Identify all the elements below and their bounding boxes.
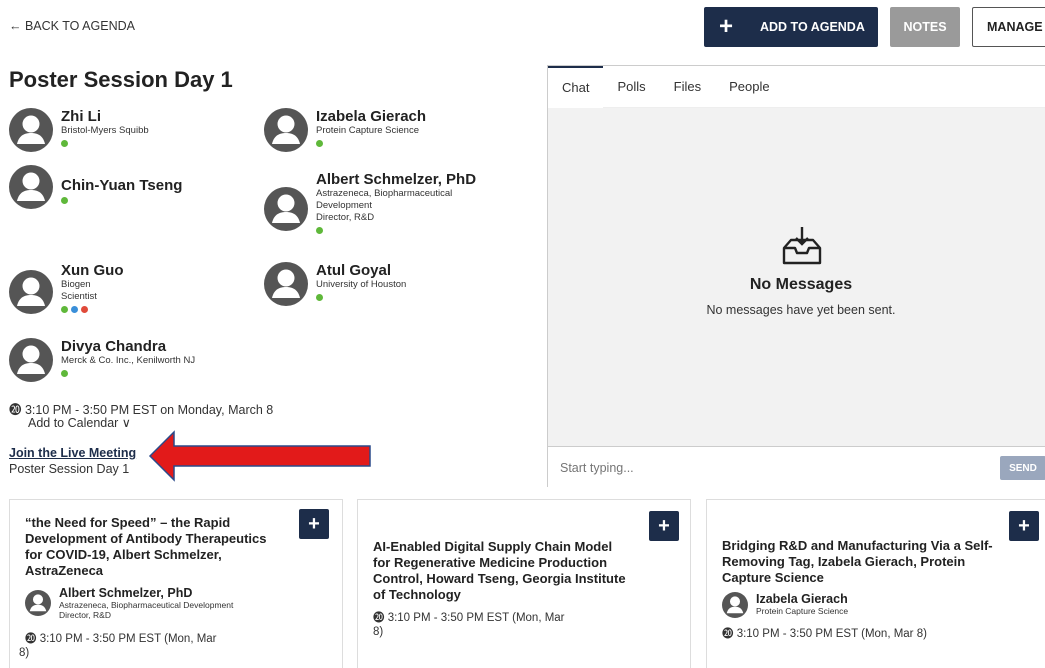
card-speaker-name: Izabela Gierach: [756, 592, 848, 606]
speaker-org: Development: [316, 200, 372, 211]
notes-button[interactable]: NOTES: [890, 7, 960, 47]
status-dot: [71, 306, 78, 313]
status-dot: [61, 306, 68, 313]
card-speaker-org: Astrazeneca, Biopharmaceutical Developme…: [59, 600, 234, 610]
status-dot: [316, 227, 323, 234]
card-title[interactable]: AI-Enabled Digital Supply Chain Model fo…: [373, 539, 673, 603]
card-speaker-name: Albert Schmelzer, PhD: [59, 586, 193, 600]
card-time: ⓴ 3:10 PM - 3:50 PM EST (Mon, Mar 8): [19, 633, 217, 659]
user-avatar-icon: [9, 338, 53, 382]
speaker-org: University of Houston: [316, 279, 407, 290]
tab-files[interactable]: Files: [660, 66, 715, 108]
status-dot: [61, 140, 68, 147]
status-dot: [316, 140, 323, 147]
user-avatar-icon: [264, 187, 308, 231]
speaker-name: Albert Schmelzer, PhD: [316, 171, 477, 188]
tab-people[interactable]: People: [715, 66, 783, 108]
session-card[interactable]: + Bridging R&D and Manufacturing Via a S…: [706, 499, 1045, 668]
card-title[interactable]: “the Need for Speed” – the Rapid Develop…: [25, 515, 295, 579]
speaker-org: Astrazeneca, Biopharmaceutical: [316, 188, 453, 199]
speaker-name: Atul Goyal: [316, 262, 392, 279]
status-dot: [81, 306, 88, 313]
add-to-calendar-dropdown[interactable]: Add to Calendar ∨: [28, 415, 131, 430]
no-messages-title: No Messages: [749, 276, 853, 293]
manage-button[interactable]: MANAGE: [972, 7, 1045, 47]
speaker-title: Scientist: [61, 291, 97, 302]
card-speaker[interactable]: Albert Schmelzer, PhD Astrazeneca, Bioph…: [25, 586, 233, 620]
speaker-org: Bristol-Myers Squibb: [61, 125, 149, 136]
status-dot: [61, 370, 68, 377]
chat-input-bar: SEND: [548, 446, 1045, 487]
card-title[interactable]: Bridging R&D and Manufacturing Via a Sel…: [722, 538, 1022, 586]
speaker-item[interactable]: Zhi Li Bristol-Myers Squibb: [9, 108, 149, 152]
user-avatar-icon: [25, 590, 51, 616]
speaker-name: Chin-Yuan Tseng: [61, 177, 183, 194]
session-card[interactable]: + “the Need for Speed” – the Rapid Devel…: [9, 499, 343, 668]
user-avatar-icon: [9, 108, 53, 152]
speaker-item[interactable]: Atul Goyal University of Houston: [264, 262, 406, 306]
speaker-name: Izabela Gierach: [316, 108, 427, 125]
plus-icon[interactable]: +: [299, 509, 329, 539]
no-messages-subtitle: No messages have yet been sent.: [706, 303, 896, 317]
user-avatar-icon: [264, 262, 308, 306]
speaker-title: Director, R&D: [316, 212, 375, 223]
card-speaker[interactable]: Izabela Gierach Protein Capture Science: [722, 592, 848, 618]
page-title: Poster Session Day 1: [9, 67, 233, 92]
speaker-name: Xun Guo: [61, 262, 124, 279]
send-button[interactable]: SEND: [1000, 456, 1045, 480]
join-live-meeting-link[interactable]: Join the Live Meeting: [9, 446, 136, 460]
card-time: ⓴ 3:10 PM - 3:50 PM EST (Mon, Mar 8): [373, 612, 565, 638]
speaker-name: Zhi Li: [61, 108, 101, 125]
join-meeting-subtitle: Poster Session Day 1: [9, 462, 130, 476]
user-avatar-icon: [9, 165, 53, 209]
speaker-item[interactable]: Albert Schmelzer, PhD Astrazeneca, Bioph…: [264, 171, 476, 234]
user-avatar-icon: [9, 270, 53, 314]
session-card[interactable]: + AI-Enabled Digital Supply Chain Model …: [357, 499, 691, 668]
top-bar: ← BACK TO AGENDA + ADD TO AGENDA NOTES M…: [0, 0, 1045, 56]
plus-icon: +: [718, 13, 733, 40]
status-dot: [316, 294, 323, 301]
speaker-org: Biogen: [61, 279, 91, 290]
chat-message-area: No Messages No messages have yet been se…: [548, 108, 1045, 446]
red-arrow-annotation: [148, 430, 371, 482]
card-speaker-title: Director, R&D: [59, 610, 111, 620]
tab-polls[interactable]: Polls: [603, 66, 659, 108]
speaker-org: Merck & Co. Inc., Kenilworth NJ: [61, 355, 196, 366]
speaker-name: Divya Chandra: [61, 338, 167, 355]
card-time: ⓴ 3:10 PM - 3:50 PM EST (Mon, Mar 8): [722, 628, 927, 640]
speaker-item[interactable]: Xun Guo Biogen Scientist: [9, 262, 124, 314]
card-speaker-org: Protein Capture Science: [756, 606, 849, 616]
chat-tab-bar: Chat Polls Files People: [548, 65, 1045, 108]
status-dot: [61, 197, 68, 204]
user-avatar-icon: [722, 592, 748, 618]
inbox-download-icon: [782, 227, 822, 265]
speaker-org: Protein Capture Science: [316, 125, 419, 136]
user-avatar-icon: [264, 108, 308, 152]
tab-chat[interactable]: Chat: [548, 65, 604, 108]
plus-icon[interactable]: +: [1009, 511, 1039, 541]
add-to-agenda-label: ADD TO AGENDA: [760, 20, 865, 34]
speaker-item[interactable]: Chin-Yuan Tseng: [9, 165, 182, 209]
add-to-agenda-button[interactable]: + ADD TO AGENDA: [704, 7, 878, 47]
speaker-item[interactable]: Divya Chandra Merck & Co. Inc., Kenilwor…: [9, 338, 195, 382]
chat-panel: Chat Polls Files People No Messages No m…: [547, 65, 1045, 487]
speaker-item[interactable]: Izabela Gierach Protein Capture Science: [264, 108, 426, 152]
chat-message-input[interactable]: [560, 456, 990, 480]
plus-icon[interactable]: +: [649, 511, 679, 541]
back-to-agenda-link[interactable]: ← BACK TO AGENDA: [9, 19, 135, 33]
